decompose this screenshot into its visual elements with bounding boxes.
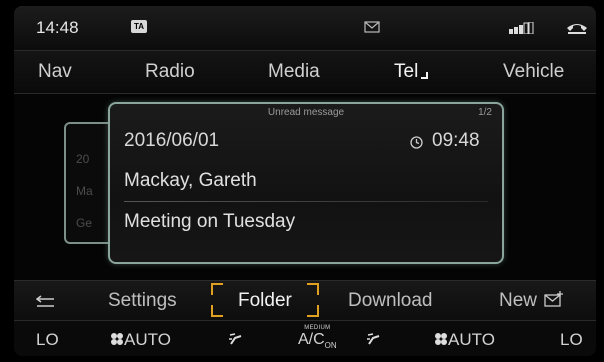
envelope-icon: [364, 20, 380, 38]
message-time: 09:48: [432, 130, 480, 151]
left-seat-airflow-icon[interactable]: [228, 330, 244, 351]
message-card[interactable]: Unread message 1/2 2016/06/01 09:48 Mack…: [108, 102, 504, 264]
status-bar: 14:48 TA: [14, 6, 596, 50]
nav-tab-media[interactable]: Media: [268, 61, 320, 83]
left-temperature[interactable]: LO: [36, 330, 59, 350]
back-card-sender: Ma: [76, 184, 93, 198]
nav-tab-nav[interactable]: Nav: [38, 61, 72, 83]
message-sender: Mackay, Gareth: [124, 170, 257, 191]
head-unit-screen: 14:48 TA Nav Radio Media Tel Vehicle 20 …: [0, 0, 604, 362]
ac-state: ON: [324, 341, 337, 351]
message-card-header: Unread message: [267, 107, 345, 118]
right-temperature[interactable]: LO: [560, 330, 583, 350]
folder-button[interactable]: Folder: [238, 290, 292, 312]
message-pager: 1/2: [478, 107, 492, 118]
ac-label: A/C: [298, 331, 325, 348]
download-button[interactable]: Download: [348, 290, 433, 312]
right-fan-auto[interactable]: AUTO: [434, 330, 495, 350]
right-seat-airflow-icon[interactable]: [366, 330, 382, 351]
fan-icon: [111, 333, 123, 345]
phone-handset-icon: [566, 20, 588, 39]
display-area: 14:48 TA Nav Radio Media Tel Vehicle 20 …: [14, 6, 596, 356]
signal-strength-icon: [509, 21, 535, 39]
new-message-button[interactable]: New: [499, 290, 564, 312]
submenu-indicator-icon: [421, 72, 429, 79]
ac-button[interactable]: MEDIUM A/CON: [298, 325, 337, 350]
new-message-icon: [544, 291, 564, 307]
nav-tab-tel-label: Tel: [394, 61, 419, 82]
nav-tab-vehicle[interactable]: Vehicle: [503, 61, 564, 83]
left-fan-auto[interactable]: AUTO: [110, 330, 171, 350]
main-navigation: Nav Radio Media Tel Vehicle: [14, 50, 596, 94]
softkey-bar: Settings Folder Download New: [14, 280, 596, 321]
message-date: 2016/06/01: [124, 130, 220, 151]
back-arrow-icon[interactable]: [35, 293, 56, 315]
clock-icon: [410, 136, 423, 154]
back-card-subject: Ge: [76, 216, 93, 230]
back-card-date: 20: [76, 152, 90, 166]
nav-tab-radio[interactable]: Radio: [145, 61, 195, 83]
nav-tab-tel[interactable]: Tel: [394, 61, 429, 83]
fan-icon: [435, 333, 447, 345]
divider: [124, 201, 488, 202]
climate-bar: LO AUTO MEDIUM A/CON AUTO LO: [14, 320, 596, 356]
left-fan-label: AUTO: [124, 330, 171, 349]
new-message-label: New: [499, 290, 538, 311]
clock-time: 14:48: [36, 18, 79, 37]
settings-button[interactable]: Settings: [108, 290, 177, 312]
right-fan-label: AUTO: [448, 330, 495, 349]
traffic-announcement-badge: TA: [131, 20, 147, 33]
message-subject: Meeting on Tuesday: [124, 211, 296, 232]
